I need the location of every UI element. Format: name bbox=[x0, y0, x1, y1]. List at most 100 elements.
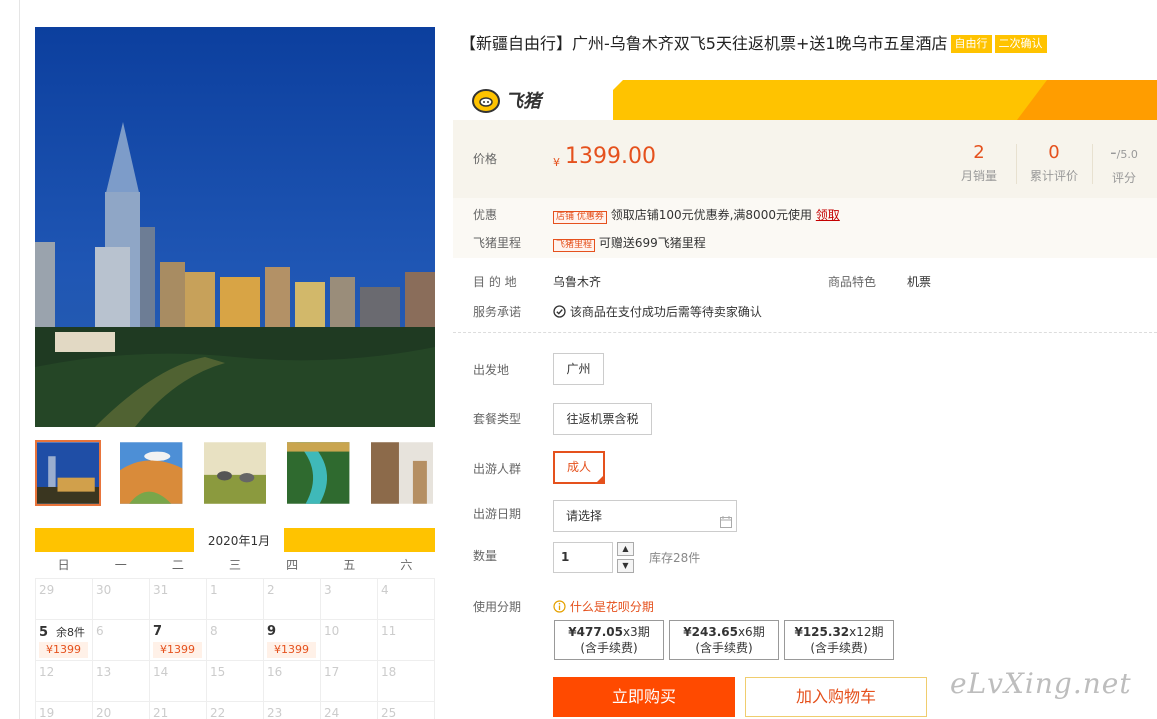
day-price: ¥1399 bbox=[267, 642, 316, 658]
day-number: 15 bbox=[210, 665, 226, 679]
section-divider bbox=[453, 332, 1157, 333]
calendar-day: 3 bbox=[321, 579, 378, 620]
fliggy-logo: 飞猪 bbox=[471, 87, 541, 113]
calendar-day-available[interactable]: 9 ¥1399 bbox=[264, 620, 321, 661]
info-circle-icon bbox=[553, 600, 570, 614]
reviews-caption: 累计评价 bbox=[1029, 169, 1078, 183]
calendar-day: 30 bbox=[93, 579, 150, 620]
day-price: ¥1399 bbox=[153, 642, 202, 658]
day-number: 5 bbox=[39, 625, 49, 640]
calendar-header: 2020年1月 bbox=[35, 528, 435, 552]
installment-option-12[interactable]: ¥125.32x12期 (含手续费) bbox=[784, 620, 894, 660]
installment-help[interactable]: 什么是花呗分期 bbox=[553, 598, 654, 615]
logo-text: 飞猪 bbox=[505, 91, 541, 112]
discount-label: 优惠 bbox=[473, 208, 498, 222]
installment-option-3[interactable]: ¥477.05x3期 (含手续费) bbox=[554, 620, 664, 660]
travel-date-picker[interactable]: 请选择 bbox=[553, 500, 737, 532]
thumbnail-5[interactable] bbox=[369, 440, 435, 506]
calendar-day: 8 bbox=[207, 620, 264, 661]
day-price: ¥1399 bbox=[39, 642, 88, 658]
thumbnail-2[interactable] bbox=[118, 440, 184, 506]
departure-option-guangzhou[interactable]: 广州 bbox=[553, 353, 604, 385]
day-number: 29 bbox=[39, 583, 55, 597]
service-text: 该商品在支付成功后需等待卖家确认 bbox=[569, 305, 762, 319]
package-label: 套餐类型 bbox=[473, 412, 522, 426]
quantity-increase-button[interactable]: ▲ bbox=[617, 542, 634, 556]
calendar-day: 20 bbox=[93, 702, 150, 719]
calendar-day: 25 bbox=[378, 702, 435, 719]
day-number: 4 bbox=[381, 583, 389, 597]
day-number: 19 bbox=[39, 706, 55, 719]
fliggy-banner: 飞猪 bbox=[453, 80, 1157, 120]
day-number: 8 bbox=[210, 624, 218, 638]
weekday-label: 五 bbox=[343, 558, 356, 572]
day-number: 24 bbox=[324, 706, 340, 719]
mileage-text: 可赠送699飞猪里程 bbox=[598, 236, 706, 250]
installment-periods: x12期 bbox=[849, 625, 884, 639]
main-product-photo[interactable] bbox=[35, 27, 435, 427]
thumbnail-3[interactable] bbox=[202, 440, 268, 506]
calendar-day: 16 bbox=[264, 661, 321, 702]
calendar-day: 21 bbox=[150, 702, 207, 719]
rating-caption: 评分 bbox=[1111, 171, 1136, 185]
claim-coupon-link[interactable]: 领取 bbox=[816, 208, 840, 222]
price-value: 1399.00 bbox=[565, 144, 656, 169]
discount-text: 领取店铺100元优惠券,满8000元使用 bbox=[610, 208, 812, 222]
calendar-day: 31 bbox=[150, 579, 207, 620]
rating-value: -/5.0 bbox=[1094, 143, 1154, 165]
thumbnail-1[interactable] bbox=[35, 440, 102, 506]
date-label: 出游日期 bbox=[473, 507, 522, 521]
destination-label: 目 的 地 bbox=[473, 275, 517, 289]
stat-monthly-sales: 2 月销量 bbox=[944, 143, 1014, 184]
calendar-day: 23 bbox=[264, 702, 321, 719]
departure-label: 出发地 bbox=[473, 363, 510, 377]
calendar-day: 1 bbox=[207, 579, 264, 620]
site-watermark: eLvXing.net bbox=[950, 667, 1132, 700]
check-circle-icon bbox=[553, 305, 570, 319]
quantity-input[interactable]: 1 bbox=[553, 542, 613, 573]
quantity-decrease-button[interactable]: ▼ bbox=[617, 559, 634, 573]
day-number: 22 bbox=[210, 706, 226, 719]
product-page: 2020年1月 日一二三四五六 29 30 31 1 2 3 4 5 余8件 ¥1399 6 7 ¥13… bbox=[0, 0, 1157, 719]
stat-divider bbox=[1092, 144, 1093, 184]
day-number: 11 bbox=[381, 624, 397, 638]
service-label: 服务承诺 bbox=[473, 305, 522, 319]
feature-value: 机票 bbox=[907, 275, 932, 289]
city-night-image bbox=[35, 27, 435, 427]
day-number: 2 bbox=[267, 583, 275, 597]
stock-text: 库存28件 bbox=[649, 551, 701, 565]
weekday-label: 四 bbox=[286, 558, 299, 572]
calendar-icon[interactable] bbox=[720, 509, 732, 539]
add-to-cart-button[interactable]: 加入购物车 bbox=[745, 677, 927, 717]
calendar-day-available[interactable]: 5 余8件 ¥1399 bbox=[36, 620, 93, 661]
mileage-row: 飞猪里程 可赠送699飞猪里程 bbox=[553, 234, 706, 252]
day-number: 23 bbox=[267, 706, 283, 719]
tag-second-confirm: 二次确认 bbox=[994, 35, 1047, 53]
day-stock: 余8件 bbox=[56, 626, 86, 639]
calendar-day: 18 bbox=[378, 661, 435, 702]
installment-option-6[interactable]: ¥243.65x6期 (含手续费) bbox=[669, 620, 779, 660]
buy-now-button[interactable]: 立即购买 bbox=[553, 677, 735, 717]
installment-amount: ¥243.65 bbox=[683, 625, 738, 639]
installment-periods: x6期 bbox=[737, 625, 765, 639]
discount-row: 店铺 优惠券 领取店铺100元优惠券,满8000元使用 领取 bbox=[553, 206, 840, 224]
rating-suffix: /5.0 bbox=[1116, 148, 1138, 161]
page-border bbox=[19, 0, 20, 719]
service-row: 该商品在支付成功后需等待卖家确认 bbox=[553, 303, 762, 320]
calendar-grid: 29 30 31 1 2 3 4 5 余8件 ¥1399 6 7 ¥1399 8 9 ¥1399 10 11 12 1… bbox=[35, 578, 435, 719]
day-number: 13 bbox=[96, 665, 112, 679]
day-number: 20 bbox=[96, 706, 112, 719]
calendar-day: 29 bbox=[36, 579, 93, 620]
installment-note: (含手续费) bbox=[810, 641, 868, 655]
calendar-day-available[interactable]: 7 ¥1399 bbox=[150, 620, 207, 661]
installment-amount: ¥477.05 bbox=[568, 625, 623, 639]
installment-periods: x3期 bbox=[622, 625, 650, 639]
day-number: 6 bbox=[96, 624, 104, 638]
package-option-roundtrip[interactable]: 往返机票含税 bbox=[553, 403, 652, 435]
day-number: 1 bbox=[210, 583, 218, 597]
thumbnail-4[interactable] bbox=[285, 440, 351, 506]
traveler-option-adult[interactable]: 成人 bbox=[553, 451, 605, 484]
feature-label: 商品特色 bbox=[828, 275, 877, 289]
day-number: 16 bbox=[267, 665, 283, 679]
stat-reviews[interactable]: 0 累计评价 bbox=[1019, 143, 1089, 184]
